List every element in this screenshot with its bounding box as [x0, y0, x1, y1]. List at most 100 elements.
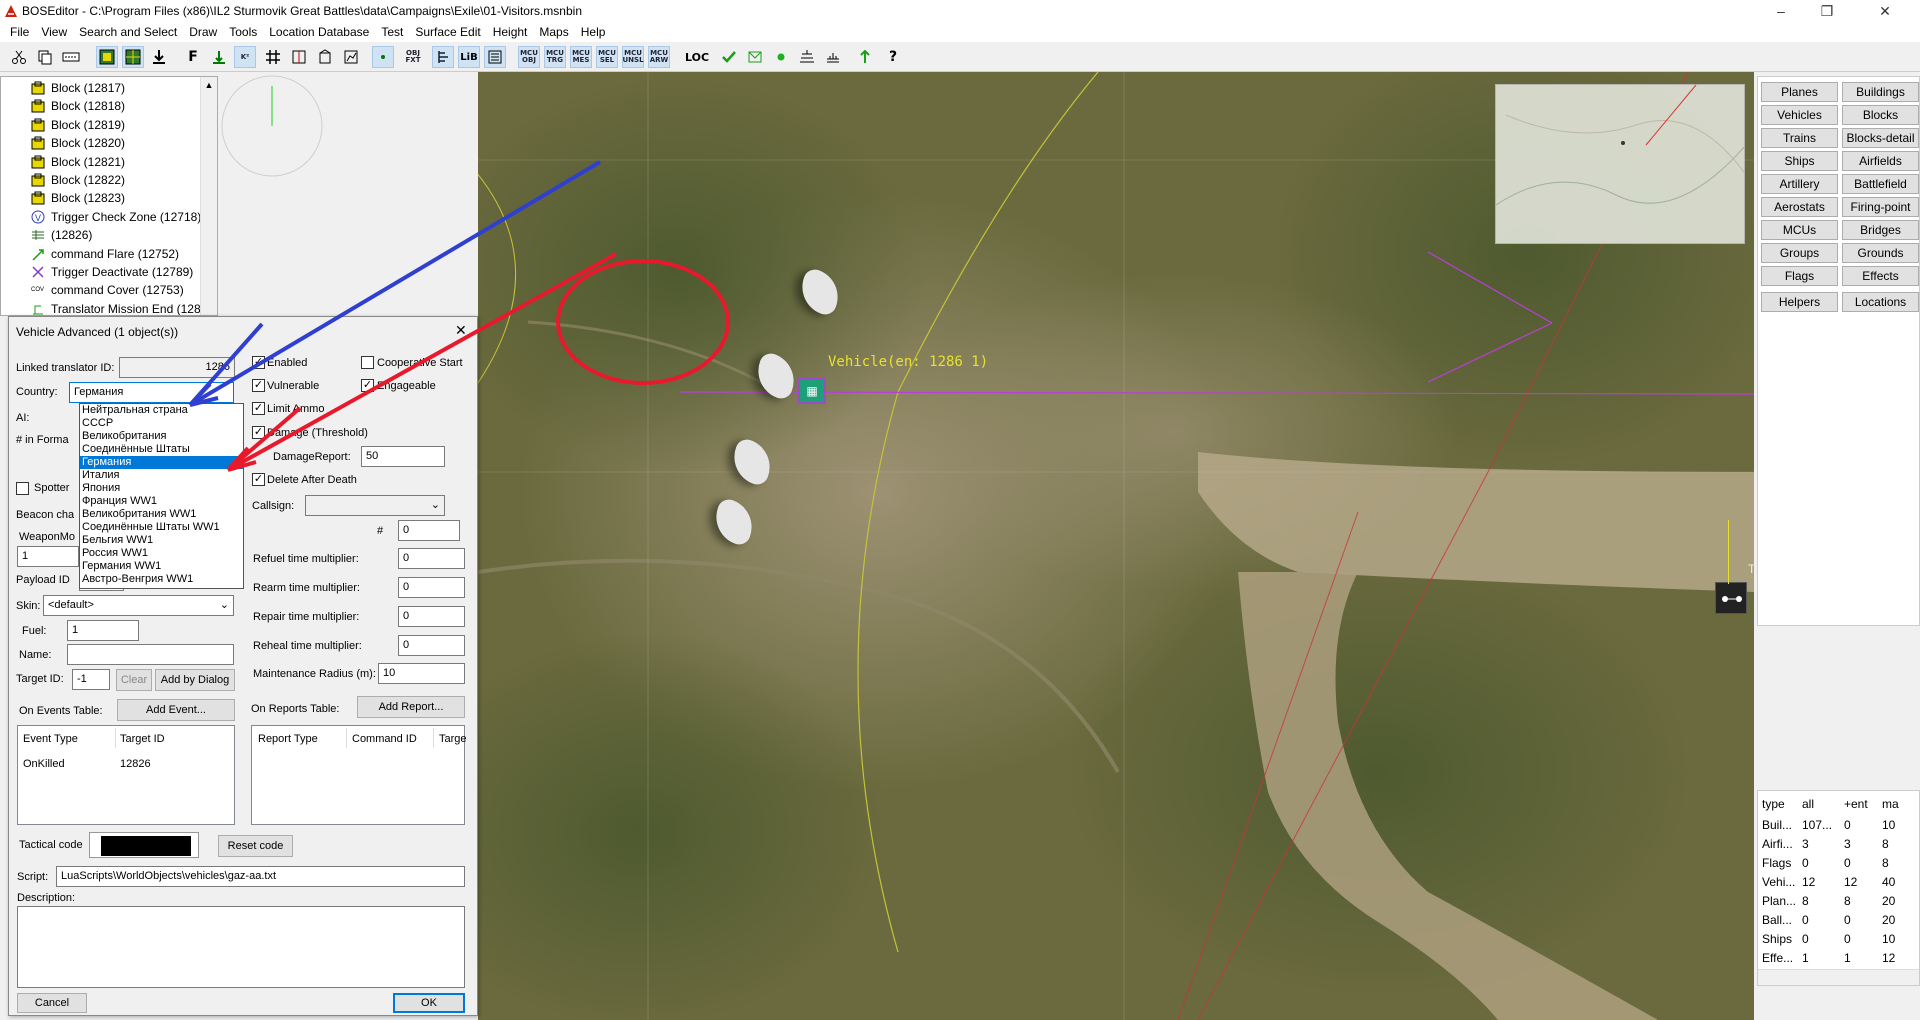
- minimize-button[interactable]: –: [1758, 0, 1804, 22]
- refuel-field[interactable]: 0: [398, 548, 465, 569]
- selected-vehicle-icon[interactable]: ▦: [798, 378, 826, 404]
- close-button[interactable]: ✕: [1850, 0, 1920, 22]
- menu-height[interactable]: Height: [487, 22, 534, 42]
- country-dropdown-list[interactable]: Нейтральная страна СССР Великобритания Соед…: [79, 403, 244, 589]
- script-field[interactable]: LuaScripts\WorldObjects\vehicles\gaz-aa.…: [56, 866, 465, 887]
- tree-item[interactable]: COV command Cover (12753): [31, 281, 184, 299]
- minimap[interactable]: [1495, 84, 1745, 244]
- stats-row[interactable]: Effe... 1 1 12: [1758, 949, 1919, 968]
- stats-row[interactable]: Airfi... 3 3 8: [1758, 835, 1919, 854]
- tower-icon[interactable]: [314, 46, 336, 68]
- map-canvas[interactable]: ▦ Vehicle(en: 1286 1) T: [478, 72, 1754, 1020]
- map-view-icon[interactable]: [96, 46, 118, 68]
- menu-location-database[interactable]: Location Database: [263, 22, 375, 42]
- menu-file[interactable]: File: [4, 22, 35, 42]
- panel-button-aerostats[interactable]: Aerostats: [1761, 197, 1838, 217]
- download-icon[interactable]: [148, 46, 170, 68]
- waypoint-marker[interactable]: [1715, 582, 1747, 614]
- country-option[interactable]: Япония: [80, 482, 243, 495]
- fuel-field[interactable]: 1: [67, 620, 139, 641]
- tree-scrollbar[interactable]: ▲: [200, 77, 217, 315]
- stats-row[interactable]: Ships 0 0 10: [1758, 930, 1919, 949]
- stats-row[interactable]: Plan... 8 8 20: [1758, 892, 1919, 911]
- layers-icon[interactable]: [796, 46, 818, 68]
- country-option[interactable]: Бельгия WW1: [80, 534, 243, 547]
- measure-icon[interactable]: [822, 46, 844, 68]
- mcu-unsl-button[interactable]: MCU UNSL: [622, 46, 644, 68]
- checkmark-icon[interactable]: [718, 46, 740, 68]
- stats-row[interactable]: Ball... 0 0 20: [1758, 911, 1919, 930]
- obj-fixed-button[interactable]: OBJ FXT: [402, 46, 424, 68]
- restore-button[interactable]: ❐: [1804, 0, 1850, 22]
- tactical-code-field[interactable]: [89, 832, 199, 858]
- panel-button-blocks[interactable]: Blocks: [1842, 105, 1919, 125]
- add-event-button[interactable]: Add Event...: [117, 699, 235, 721]
- tree-item[interactable]: Block (12819): [31, 116, 125, 134]
- font-icon[interactable]: F: [182, 46, 204, 68]
- stats-row[interactable]: Buil... 107... 0 10: [1758, 816, 1919, 835]
- name-field[interactable]: [67, 644, 234, 665]
- mcu-trg-button[interactable]: MCU TRG: [544, 46, 566, 68]
- map-grid-icon[interactable]: [122, 46, 144, 68]
- tree-item[interactable]: command Flare (12752): [31, 245, 179, 263]
- menu-tools[interactable]: Tools: [223, 22, 263, 42]
- tree-item[interactable]: Block (12818): [31, 97, 125, 115]
- reports-table[interactable]: Report Type Command ID Targe: [251, 725, 467, 825]
- menu-maps[interactable]: Maps: [533, 22, 574, 42]
- panel-button-groups[interactable]: Groups: [1761, 243, 1838, 263]
- rearm-field[interactable]: 0: [398, 577, 465, 598]
- tree-item[interactable]: Block (12820): [31, 134, 125, 152]
- enabled-checkbox[interactable]: ✓: [252, 356, 265, 369]
- object-tree[interactable]: Block (12817) Block (12818) Block (12819) B…: [0, 76, 218, 316]
- panel-button-battlefield[interactable]: Battlefield: [1842, 174, 1919, 194]
- menu-search-select[interactable]: Search and Select: [73, 22, 183, 42]
- country-select[interactable]: Германия: [69, 382, 234, 403]
- dot-icon[interactable]: [770, 46, 792, 68]
- country-option[interactable]: Великобритания: [80, 430, 243, 443]
- number-field[interactable]: 0: [398, 520, 460, 541]
- ground-icon[interactable]: [208, 46, 230, 68]
- country-option[interactable]: Франция WW1: [80, 495, 243, 508]
- reset-code-button[interactable]: Reset code: [218, 835, 293, 857]
- tree-item[interactable]: Trigger Deactivate (12789): [31, 263, 193, 281]
- mcu-mes-button[interactable]: MCU MES: [570, 46, 592, 68]
- linked-translator-field[interactable]: 1286: [119, 357, 235, 378]
- panel-button-vehicles[interactable]: Vehicles: [1761, 105, 1838, 125]
- copy-icon[interactable]: [34, 46, 56, 68]
- message-icon[interactable]: [744, 46, 766, 68]
- ok-button[interactable]: OK: [393, 993, 465, 1013]
- panel-button-ships[interactable]: Ships: [1761, 151, 1838, 171]
- country-option[interactable]: Нейтральная страна: [80, 404, 243, 417]
- damage-threshold-checkbox[interactable]: ✓: [252, 426, 265, 439]
- tree-item[interactable]: Translator Mission End (128: [31, 300, 201, 315]
- help-icon[interactable]: ?: [882, 46, 904, 68]
- paste-icon[interactable]: [60, 46, 82, 68]
- dialog-close-icon[interactable]: ✕: [455, 322, 467, 339]
- panel-button-mcus[interactable]: MCUs: [1761, 220, 1838, 240]
- limit-ammo-checkbox[interactable]: ✓: [252, 402, 265, 415]
- mcu-obj-button[interactable]: MCU OBJ: [518, 46, 540, 68]
- description-field[interactable]: [17, 906, 465, 988]
- menu-test[interactable]: Test: [375, 22, 409, 42]
- weapon-mod-field[interactable]: 1: [17, 546, 79, 567]
- vertical-icon[interactable]: [432, 46, 454, 68]
- marker-icon[interactable]: [372, 46, 394, 68]
- stats-row[interactable]: Flags 0 0 8: [1758, 854, 1919, 873]
- tree-item[interactable]: (12826): [31, 226, 92, 244]
- tree-icon[interactable]: [854, 46, 876, 68]
- skin-select[interactable]: <default> ⌄: [43, 595, 234, 616]
- target-id-field[interactable]: -1: [72, 669, 110, 690]
- panel-button-artillery[interactable]: Artillery: [1761, 174, 1838, 194]
- panel-button-effects[interactable]: Effects: [1842, 266, 1919, 286]
- maintenance-radius-field[interactable]: 10: [378, 663, 465, 684]
- tree-item[interactable]: Block (12822): [31, 171, 125, 189]
- country-option[interactable]: Германия: [80, 456, 243, 469]
- tree-item[interactable]: Block (12821): [31, 153, 125, 171]
- country-option[interactable]: Соединённые Штаты: [80, 443, 243, 456]
- panel-button-flags[interactable]: Flags: [1761, 266, 1838, 286]
- country-option[interactable]: Италия: [80, 469, 243, 482]
- country-option[interactable]: Германия WW1: [80, 560, 243, 573]
- frame-icon[interactable]: [288, 46, 310, 68]
- kz-icon[interactable]: K²: [234, 46, 256, 68]
- mcu-arw-button[interactable]: MCU ARW: [648, 46, 670, 68]
